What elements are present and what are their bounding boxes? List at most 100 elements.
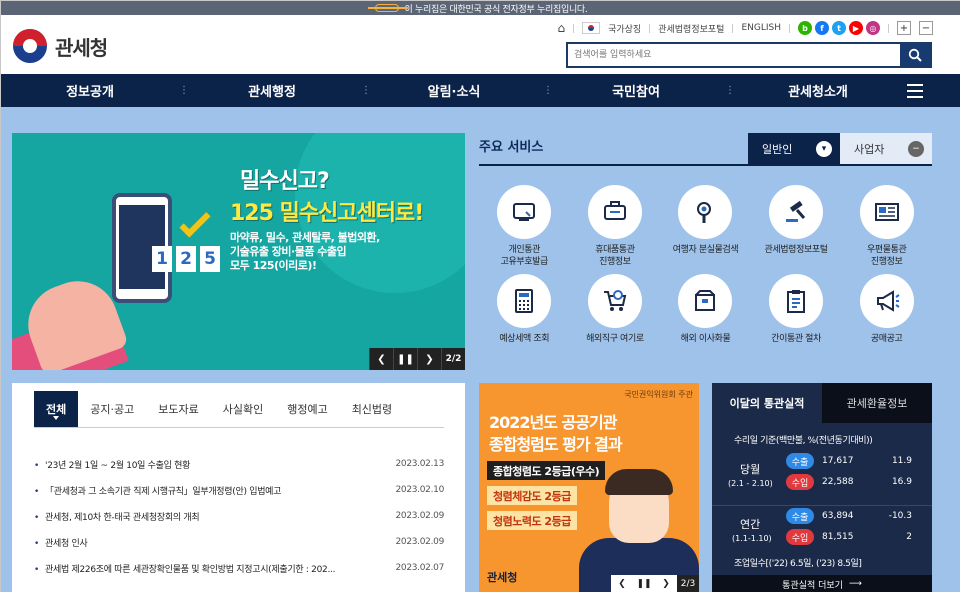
news-tab[interactable]: 최신법령 [340,391,404,427]
news-tab[interactable]: 행정예고 [275,391,339,427]
news-panel: 전체공지·공고보도자료사실확인행정예고최신법령 '23년 2월 1일 ~ 2월 … [12,383,465,592]
news-row[interactable]: '23년 2월 1일 ~ 2월 10일 수출입 현황 2023.02.13 [34,451,444,477]
next-button[interactable]: ❯ [655,575,677,592]
clipboard-icon [769,274,824,328]
news-tabs: 전체 공지·공고 보도자료 사실확인 행정예고 최신법령 [34,391,404,427]
stats-basis: 수리일 기준(백만불, %(전년동기대비)) [734,436,873,446]
gov-notice-bar: 이 누리집은 대한민국 공식 전자정부 누리집입니다. [1,1,960,15]
service-item[interactable]: 여행자 분실물검색 [660,185,751,270]
search-button[interactable] [900,44,930,66]
next-button[interactable]: ❯ [417,348,441,370]
digit-tile: 5 [200,246,220,272]
pause-button[interactable]: ❚❚ [633,575,655,592]
promo-banner[interactable]: 국민권익위원회 주관 2022년도 공공기관 종합청렴도 평가 결과 종합청렴도… [479,383,699,592]
stats-tabs: 이달의 통관실적 관세환율정보 [712,383,932,423]
banner-subheadline: 125 밀수신고센터로! [230,201,424,226]
english-link[interactable]: ENGLISH [741,23,781,33]
zoom-in-button[interactable]: + [897,21,911,35]
tab-exchange-rate[interactable]: 관세환율정보 [822,383,932,423]
nav-item[interactable]: 정보공개 [1,81,179,100]
services-title: 주요 서비스 [479,140,544,155]
promo-badge: 청렴노력도 2등급 [487,511,577,530]
gavel-icon [769,185,824,239]
logo-text: 관세청 [55,35,108,60]
sns-icon[interactable]: f [815,21,829,35]
service-item[interactable]: 관세법령정보포털 [751,185,842,270]
nav-item[interactable]: 관세행정 [183,81,361,100]
news-tab[interactable]: 사실확인 [211,391,275,427]
promo-badge: 종합청렴도 2등급(우수) [487,461,606,480]
service-item[interactable]: 간이통관 절차 [751,274,842,359]
stats-yearly: 연간 (1.1-1.10) 수출 63,894 -10.3 수입 81,515 … [712,505,932,545]
service-item[interactable]: 해외직구 여기로 [570,274,661,359]
services-tabs: 일반인 ▾ 사업자 − [748,133,932,165]
service-item[interactable]: 해외 이사화물 [660,274,751,359]
egov-logo-icon [367,4,408,12]
nav-item[interactable]: 국민참여 [547,81,725,100]
promo-title-line: 종합청렴도 평가 결과 [489,435,623,454]
news-date: 2023.02.13 [395,459,444,469]
search-box [566,42,932,68]
prev-button[interactable]: ❮ [369,348,393,370]
tab-monthly-stats[interactable]: 이달의 통관실적 [712,383,822,423]
news-title: 「관세청과 그 소속기관 직제 시행규칙」일부개정령(안) 입법예고 [34,484,374,497]
home-icon[interactable]: ⌂ [557,21,565,35]
news-tab[interactable]: 보도자료 [146,391,210,427]
news-row[interactable]: 관세청, 제10차 한-태국 관세청장회의 개최 2023.02.09 [34,503,444,529]
banner-controls: ❮ ❚❚ ❯ 2/2 [369,348,465,370]
sns-icon[interactable]: b [798,21,812,35]
site-logo[interactable]: 관세청 [13,29,108,63]
banner-headline: 밀수신고? [240,169,330,194]
sns-links: b f t ▶ ◎ [798,21,880,35]
service-label: 간이통관 절차 [771,334,821,344]
tab-general[interactable]: 일반인 ▾ [748,133,840,165]
prev-button[interactable]: ❮ [611,575,633,592]
customs-stats-panel: 이달의 통관실적 관세환율정보 수리일 기준(백만불, %(전년동기대비)) 당… [712,383,932,592]
national-symbol-link[interactable]: 국가상징 [608,22,641,35]
tab-business[interactable]: 사업자 − [840,133,932,165]
taegeuk-emblem-icon [13,29,47,63]
digit-tile: 2 [176,246,196,272]
news-row[interactable]: 관세법 제226조에 따른 세관장확인물품 및 확인방법 지정고시(제출기한 :… [34,555,444,581]
nav-item[interactable]: 관세청소개 [729,81,907,100]
import-badge: 수입 [786,529,814,545]
portal-link[interactable]: 관세법령정보포털 [658,22,724,35]
news-date: 2023.02.07 [395,563,444,573]
news-row[interactable]: 「관세청과 그 소속기관 직제 시행규칙」일부개정령(안) 입법예고 2023.0… [34,477,444,503]
service-item[interactable]: 우편물통관 진행정보 [841,185,932,270]
chevron-down-icon: ▾ [816,141,832,157]
service-label: 해외 이사화물 [680,334,731,344]
sns-icon[interactable]: ▶ [849,21,863,35]
news-title: '23년 2월 1일 ~ 2월 10일 수출입 현황 [34,458,374,471]
news-tab[interactable]: 전체 [34,391,79,427]
stats-more-link[interactable]: 통관실적 더보기 ⟶ [712,575,932,592]
sns-icon[interactable]: t [832,21,846,35]
news-row[interactable]: 관세청 인사 2023.02.09 [34,529,444,555]
menu-icon[interactable] [907,84,923,102]
working-days: 조업일수[('22) 6.5일, ('23) 8.5일] [734,559,862,569]
sns-icon[interactable]: ◎ [866,21,880,35]
news-tab[interactable]: 공지·공고 [78,391,146,427]
search-input[interactable] [568,44,900,66]
magnifier-icon [678,185,733,239]
service-item[interactable]: 휴대품통관 진행정보 [570,185,661,270]
service-label: 공매공고 [870,334,903,344]
promo-organizer: 국민권익위원회 주관 [624,390,693,399]
arrow-right-icon: ⟶ [848,579,862,589]
service-item[interactable]: 공매공고 [841,274,932,359]
search-icon [908,48,922,62]
main-nav: 정보공개 ⋮ 관세행정 ⋮ 알림·소식 ⋮ 국민참여 ⋮ 관세청소개 [1,74,960,107]
service-item[interactable]: 개인통관 고유부호발급 [479,185,570,270]
banner-line: 모두 125(이리로)! [230,259,317,272]
promo-page-indicator: 2/3 [677,575,699,592]
pause-button[interactable]: ❚❚ [393,348,417,370]
banner-page-indicator: 2/2 [441,348,465,370]
export-badge: 수출 [786,453,814,469]
header: 관세청 ⌂ 국가상징 관세법령정보포털 ENGLISH b f t ▶ ◎ + − [1,15,960,74]
nav-item[interactable]: 알림·소식 [365,81,543,100]
news-title: 관세청 인사 [34,536,374,549]
zoom-out-button[interactable]: − [919,21,933,35]
hero-banner[interactable]: 1 2 5 밀수신고? 125 밀수신고센터로! 마약류, 밀수, 관세탈루, … [12,133,465,370]
service-item[interactable]: 예상세액 조회 [479,274,570,359]
cart-icon [587,274,642,328]
